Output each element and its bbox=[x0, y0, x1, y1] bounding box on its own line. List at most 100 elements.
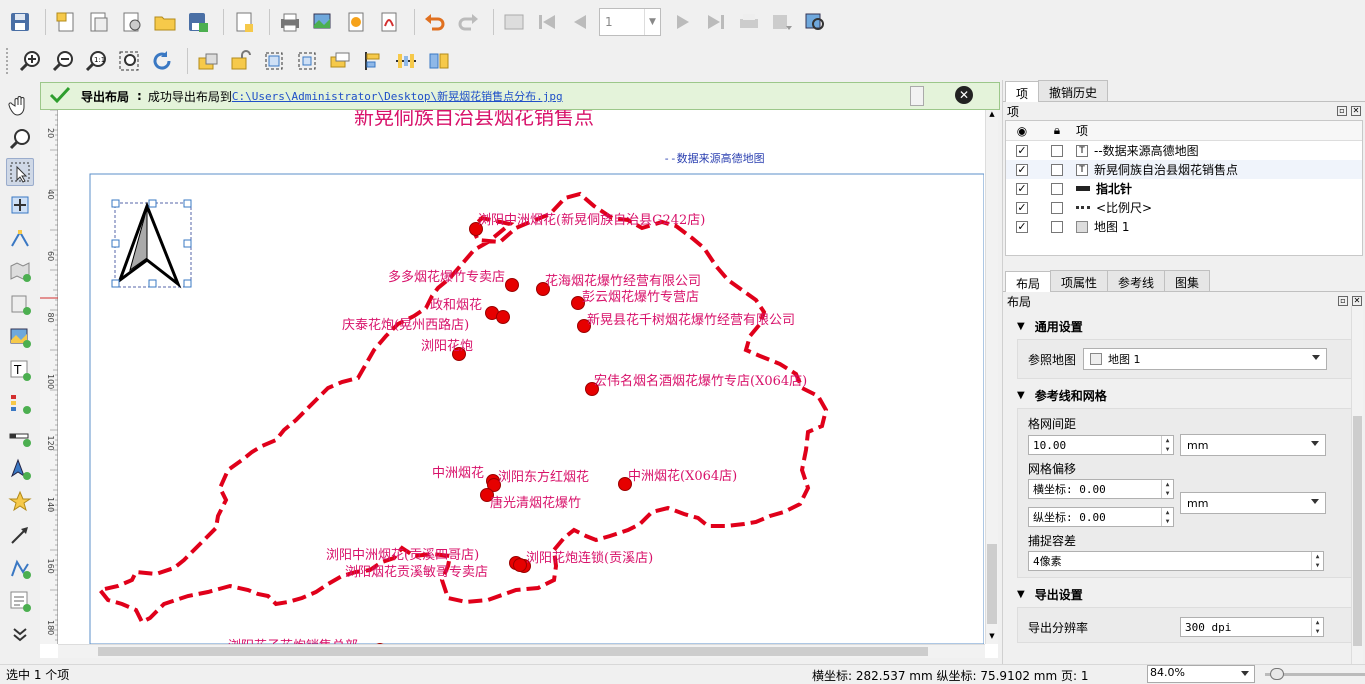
visibility-checkbox[interactable]: ✓ bbox=[1016, 144, 1028, 157]
item-row[interactable]: ✓ T 新晃侗族自治县烟花销售点 bbox=[1006, 160, 1362, 179]
canvas-horizontal-scrollbar[interactable] bbox=[58, 644, 985, 658]
grid-spacing-unit-select[interactable]: mm bbox=[1180, 434, 1326, 456]
layout-page[interactable]: 新晃侗族自治县烟花销售点 --数据来源高德地图 浏阳中洲烟花(新晃侗族自治县G2… bbox=[80, 110, 984, 644]
new-layout-icon[interactable] bbox=[52, 8, 80, 36]
visibility-checkbox[interactable]: ✓ bbox=[1016, 163, 1028, 176]
map-frame[interactable] bbox=[89, 173, 984, 644]
export-resolution-input[interactable]: 300 dpi ▲ ▼ bbox=[1180, 617, 1324, 637]
add-html-icon[interactable] bbox=[6, 587, 34, 615]
zoom-full-icon[interactable] bbox=[115, 47, 143, 75]
tab-atlas[interactable]: 图集 bbox=[1164, 270, 1211, 291]
north-arrow[interactable] bbox=[111, 199, 192, 289]
last-feature-icon[interactable] bbox=[702, 8, 730, 36]
add-north-arrow-icon[interactable] bbox=[6, 455, 34, 483]
export-pdf-icon[interactable] bbox=[375, 8, 403, 36]
close-panel-icon[interactable]: ✕ bbox=[1351, 106, 1361, 116]
close-icon[interactable]: ✕ bbox=[955, 86, 973, 104]
new-report-icon[interactable] bbox=[230, 8, 258, 36]
open-folder-icon[interactable] bbox=[151, 8, 179, 36]
layout-manager-icon[interactable] bbox=[118, 8, 146, 36]
float-icon[interactable]: ▫ bbox=[1337, 106, 1347, 116]
scroll-thumb[interactable] bbox=[1353, 416, 1362, 646]
page-selector[interactable]: 1 ▼ bbox=[599, 8, 661, 36]
offset-x-input[interactable]: 横坐标: 0.00 ▲ ▼ bbox=[1028, 479, 1174, 499]
grid-spacing-input[interactable]: 10.00 ▲ ▼ bbox=[1028, 435, 1174, 455]
layout-canvas[interactable]: 20 40 60 80 100 120 140 160 180 新晃侗族自治县烟花销售点 --数… bbox=[40, 109, 998, 658]
zoom-actual-icon[interactable]: 1:1 bbox=[82, 47, 110, 75]
scroll-thumb[interactable] bbox=[98, 647, 928, 656]
export-path-link[interactable]: C:\Users\Administrator\Desktop\新晃烟花销售点分布… bbox=[232, 88, 563, 104]
undo-icon[interactable] bbox=[421, 8, 449, 36]
unlock-icon[interactable] bbox=[227, 47, 255, 75]
atlas-preview-icon[interactable] bbox=[801, 8, 829, 36]
float-icon[interactable]: ▫ bbox=[1338, 296, 1348, 306]
lock-checkbox[interactable] bbox=[1051, 163, 1063, 176]
canvas-vertical-scrollbar[interactable]: ▲ ▼ bbox=[985, 110, 998, 644]
scroll-up-icon[interactable]: ▲ bbox=[987, 110, 997, 120]
save-icon[interactable] bbox=[6, 8, 34, 36]
add-label-icon[interactable]: T bbox=[6, 356, 34, 384]
general-settings-header[interactable]: ▼ 通用设置 bbox=[1003, 310, 1365, 339]
pan-icon[interactable] bbox=[6, 92, 34, 120]
reference-map-select[interactable]: 地图 1 bbox=[1083, 348, 1327, 370]
redo-icon[interactable] bbox=[454, 8, 482, 36]
tab-guides[interactable]: 参考线 bbox=[1107, 270, 1166, 291]
map-item[interactable]: 新晃侗族自治县烟花销售点 --数据来源高德地图 浏阳中洲烟花(新晃侗族自治县G2… bbox=[80, 110, 984, 644]
zoom-slider-handle[interactable] bbox=[1270, 668, 1284, 680]
visibility-checkbox[interactable]: ✓ bbox=[1016, 201, 1028, 214]
move-content-icon[interactable] bbox=[6, 191, 34, 219]
spin-buttons[interactable]: ▲ ▼ bbox=[1311, 552, 1323, 570]
spin-buttons[interactable]: ▲ ▼ bbox=[1161, 508, 1173, 526]
item-row[interactable]: ✓ <比例尺> bbox=[1006, 198, 1362, 217]
atlas-export-icon[interactable] bbox=[768, 8, 796, 36]
add-arrow-icon[interactable] bbox=[6, 521, 34, 549]
resize-icon[interactable] bbox=[425, 47, 453, 75]
lock-checkbox[interactable] bbox=[1051, 144, 1063, 157]
spin-buttons[interactable]: ▲ ▼ bbox=[1161, 436, 1173, 454]
zoom-out-icon[interactable] bbox=[49, 47, 77, 75]
add-legend-icon[interactable] bbox=[6, 389, 34, 417]
duplicate-layout-icon[interactable] bbox=[85, 8, 113, 36]
add-scalebar-icon[interactable] bbox=[6, 422, 34, 450]
save-template-icon[interactable] bbox=[184, 8, 212, 36]
message-scroll[interactable] bbox=[910, 86, 924, 106]
tab-item-properties[interactable]: 项属性 bbox=[1050, 270, 1109, 291]
atlas-print-icon[interactable] bbox=[735, 8, 763, 36]
lock-checkbox[interactable] bbox=[1051, 220, 1063, 233]
ungroup-icon[interactable] bbox=[293, 47, 321, 75]
toolbar-grip[interactable] bbox=[6, 48, 10, 74]
offset-y-input[interactable]: 纵坐标: 0.00 ▲ ▼ bbox=[1028, 507, 1174, 527]
lock-checkbox[interactable] bbox=[1051, 201, 1063, 214]
refresh-icon[interactable] bbox=[148, 47, 176, 75]
visibility-checkbox[interactable]: ✓ bbox=[1016, 220, 1028, 233]
export-settings-header[interactable]: ▼ 导出设置 bbox=[1003, 578, 1365, 607]
scroll-down-icon[interactable]: ▼ bbox=[987, 632, 997, 642]
lock-icon[interactable] bbox=[194, 47, 222, 75]
tab-undo-history[interactable]: 撤销历史 bbox=[1038, 80, 1109, 101]
atlas-settings-icon[interactable] bbox=[500, 8, 528, 36]
add-picture-icon[interactable] bbox=[6, 323, 34, 351]
snap-tolerance-input[interactable]: 4像素 ▲ ▼ bbox=[1028, 551, 1324, 571]
export-image-icon[interactable] bbox=[309, 8, 337, 36]
dock-scrollbar[interactable] bbox=[1351, 306, 1363, 664]
item-row[interactable]: ✓ 指北针 bbox=[1006, 179, 1362, 198]
zoom-select[interactable]: 84.0% bbox=[1147, 665, 1255, 683]
print-icon[interactable] bbox=[276, 8, 304, 36]
more-tools-icon[interactable] bbox=[6, 620, 34, 648]
item-row[interactable]: ✓ T --数据来源高德地图 bbox=[1006, 141, 1362, 160]
first-feature-icon[interactable] bbox=[533, 8, 561, 36]
visibility-checkbox[interactable]: ✓ bbox=[1016, 182, 1028, 195]
align-left-icon[interactable] bbox=[359, 47, 387, 75]
add-3d-map-icon[interactable] bbox=[6, 290, 34, 318]
next-feature-icon[interactable] bbox=[669, 8, 697, 36]
spin-buttons[interactable]: ▲ ▼ bbox=[1161, 480, 1173, 498]
add-map-icon[interactable] bbox=[6, 257, 34, 285]
previous-feature-icon[interactable] bbox=[566, 8, 594, 36]
scroll-thumb[interactable] bbox=[987, 544, 997, 624]
offset-unit-select[interactable]: mm bbox=[1180, 492, 1326, 514]
close-panel-icon[interactable]: ✕ bbox=[1352, 296, 1362, 306]
distribute-icon[interactable] bbox=[392, 47, 420, 75]
tab-layout[interactable]: 布局 bbox=[1005, 271, 1052, 292]
add-shape-icon[interactable] bbox=[6, 488, 34, 516]
select-icon[interactable] bbox=[6, 158, 34, 186]
